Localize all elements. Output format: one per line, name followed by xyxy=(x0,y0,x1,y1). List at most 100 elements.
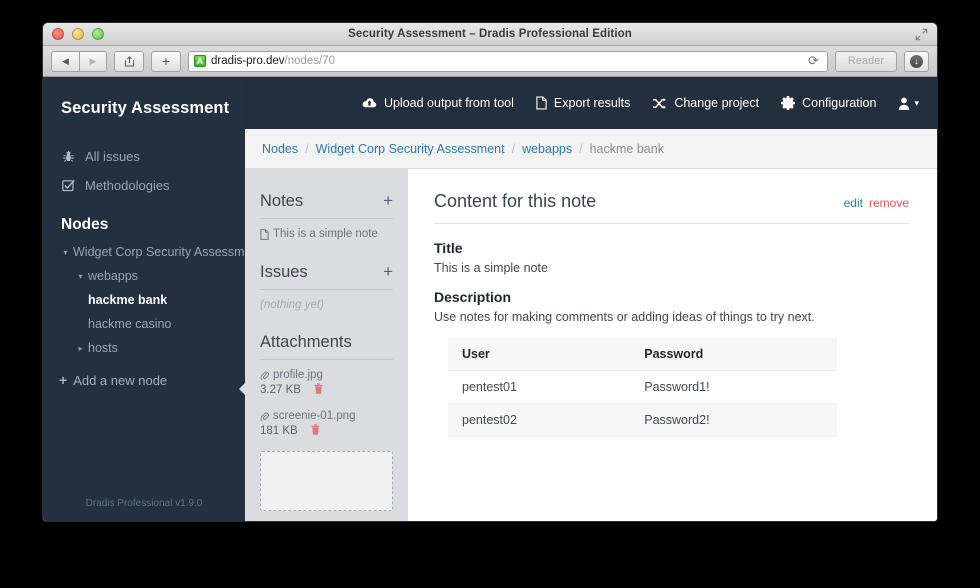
table-header-row: User Password xyxy=(448,338,837,371)
file-icon xyxy=(536,96,547,110)
cell-user: pentest01 xyxy=(448,370,627,404)
reader-button[interactable]: Reader xyxy=(834,50,897,72)
delete-attachment-button[interactable] xyxy=(311,424,320,438)
attachment-name-row[interactable]: profile.jpg xyxy=(260,369,393,381)
attachment-item[interactable]: screenie-01.png 181 KB xyxy=(260,410,393,438)
table-row: pentest01 Password1! xyxy=(448,370,837,404)
browser-titlebar: Security Assessment – Dradis Professiona… xyxy=(43,23,937,46)
sidebar-item-all-issues-label: All issues xyxy=(85,149,140,164)
caret-down-icon[interactable]: ▾ xyxy=(73,272,88,281)
bug-icon xyxy=(61,150,76,163)
add-issue-button[interactable]: + xyxy=(383,262,393,282)
chevron-down-icon: ▾ xyxy=(914,97,919,108)
back-icon: ◀ xyxy=(62,55,69,66)
cell-password: Password1! xyxy=(626,370,837,404)
field-value-description: Use notes for making comments or adding … xyxy=(434,310,815,324)
field-label-title: Title xyxy=(434,240,463,256)
field-value-title: This is a simple note xyxy=(434,261,548,275)
share-button[interactable] xyxy=(114,50,144,72)
user-icon xyxy=(899,97,910,110)
tree-node-hackme-bank[interactable]: hackme bank xyxy=(43,288,245,312)
add-new-node-label: Add a new node xyxy=(73,372,168,388)
breadcrumb-link-webapps[interactable]: webapps xyxy=(522,142,572,156)
remove-note-link[interactable]: remove xyxy=(869,196,909,210)
url-host: dradis-pro.dev xyxy=(211,55,285,67)
header-item-change-project[interactable]: Change project xyxy=(652,96,759,110)
cell-user: pentest02 xyxy=(448,403,627,437)
header-item-upload-label: Upload output from tool xyxy=(383,96,514,110)
back-button[interactable]: ◀ xyxy=(51,50,79,72)
delete-attachment-button[interactable] xyxy=(314,383,323,397)
divider xyxy=(260,218,393,219)
reload-icon[interactable]: ⟳ xyxy=(808,53,822,69)
header-item-configuration[interactable]: Configuration xyxy=(781,96,876,110)
url-path: /nodes/70 xyxy=(284,55,336,67)
tree-node-label: webapps xyxy=(88,269,139,283)
breadcrumb-link-project[interactable]: Widget Corp Security Assessment xyxy=(316,142,505,156)
trash-icon xyxy=(311,424,320,435)
credentials-table: User Password pentest01 Password1! pente… xyxy=(448,338,837,437)
cloud-upload-icon xyxy=(362,97,377,107)
add-note-button[interactable]: + xyxy=(383,191,393,211)
tree-node-label: Widget Corp Security Assessment xyxy=(73,245,262,259)
add-new-node-button[interactable]: + Add a new node xyxy=(43,360,245,388)
panes: Notes + This is a simple note Issues + (… xyxy=(245,169,937,521)
header-item-change-project-label: Change project xyxy=(674,96,760,110)
selected-node-pointer xyxy=(239,378,250,400)
forward-button[interactable]: ▶ xyxy=(79,50,107,72)
window-title: Security Assessment – Dradis Professiona… xyxy=(348,28,632,40)
header-item-upload[interactable]: Upload output from tool xyxy=(362,96,514,110)
fullscreen-icon[interactable] xyxy=(915,28,928,41)
app-header: Upload output from tool Export results C… xyxy=(245,77,937,129)
gear-icon xyxy=(781,96,796,110)
issues-title: Issues xyxy=(260,263,308,281)
downloads-button[interactable]: ↓ xyxy=(904,50,929,72)
download-icon: ↓ xyxy=(910,54,923,68)
tree-node-hackme-casino[interactable]: hackme casino xyxy=(43,312,245,336)
content-column: Nodes / Widget Corp Security Assessment … xyxy=(245,77,937,521)
browser-bottom-bar xyxy=(43,521,937,522)
breadcrumb-separator: / xyxy=(511,141,516,156)
caret-right-icon[interactable]: ▸ xyxy=(73,344,88,353)
tree-node-hosts[interactable]: ▸ hosts xyxy=(43,336,245,360)
sidebar-item-all-issues[interactable]: All issues xyxy=(43,142,245,171)
column-header-password: Password xyxy=(626,338,837,371)
paperclip-icon xyxy=(260,371,269,380)
sidebar-footer-version: Dradis Professional v1.9.0 xyxy=(85,498,203,509)
note-list-item[interactable]: This is a simple note xyxy=(260,228,393,240)
edit-note-link[interactable]: edit xyxy=(844,196,863,210)
attachment-item[interactable]: profile.jpg 3.27 KB xyxy=(260,369,393,397)
url-text: dradis-pro.dev/nodes/70 xyxy=(211,55,335,67)
attachments-section: Attachments profile.jpg 3.27 KB screenie… xyxy=(260,333,393,511)
attachment-name-row[interactable]: screenie-01.png xyxy=(260,410,393,422)
attachment-name: screenie-01.png xyxy=(273,410,356,422)
address-bar[interactable]: A dradis-pro.dev/nodes/70 ⟳ xyxy=(188,50,828,72)
sidebar-item-methodologies[interactable]: Methodologies xyxy=(43,171,245,200)
header-item-export[interactable]: Export results xyxy=(536,96,630,110)
table-row: pentest02 Password2! xyxy=(448,403,837,437)
notes-section-header: Notes + xyxy=(260,191,393,211)
page-title: Content for this note xyxy=(434,191,597,211)
attachment-dropzone[interactable] xyxy=(260,451,393,511)
breadcrumb-link-nodes[interactable]: Nodes xyxy=(262,142,298,156)
tree-node-label: hosts xyxy=(88,341,118,355)
sidebar: Security Assessment All issues Methodolo… xyxy=(43,77,262,521)
note-icon xyxy=(260,228,269,240)
browser-toolbar: ◀ ▶ + A dradis-pro.dev/nodes/70 ⟳ Reader… xyxy=(43,46,937,77)
attachment-name: profile.jpg xyxy=(273,369,323,381)
paperclip-icon xyxy=(260,412,269,421)
attachment-meta-row: 3.27 KB xyxy=(260,383,393,397)
nodes-tree: ▾ Widget Corp Security Assessment ▾ weba… xyxy=(43,240,261,360)
note-header: Content for this note edit remove xyxy=(434,191,909,212)
browser-window: Security Assessment – Dradis Professiona… xyxy=(42,22,938,522)
sidebar-nav: All issues Methodologies xyxy=(43,142,245,200)
header-item-export-label: Export results xyxy=(553,96,631,110)
note-actions: edit remove xyxy=(844,196,909,210)
attachment-size: 3.27 KB xyxy=(260,384,301,396)
notes-title: Notes xyxy=(260,192,304,210)
caret-down-icon[interactable]: ▾ xyxy=(58,248,73,257)
tree-node-widget-corp[interactable]: ▾ Widget Corp Security Assessment xyxy=(43,240,261,264)
tree-node-webapps[interactable]: ▾ webapps xyxy=(43,264,245,288)
new-tab-button[interactable]: + xyxy=(151,50,181,72)
user-menu[interactable]: ▾ xyxy=(898,97,919,110)
